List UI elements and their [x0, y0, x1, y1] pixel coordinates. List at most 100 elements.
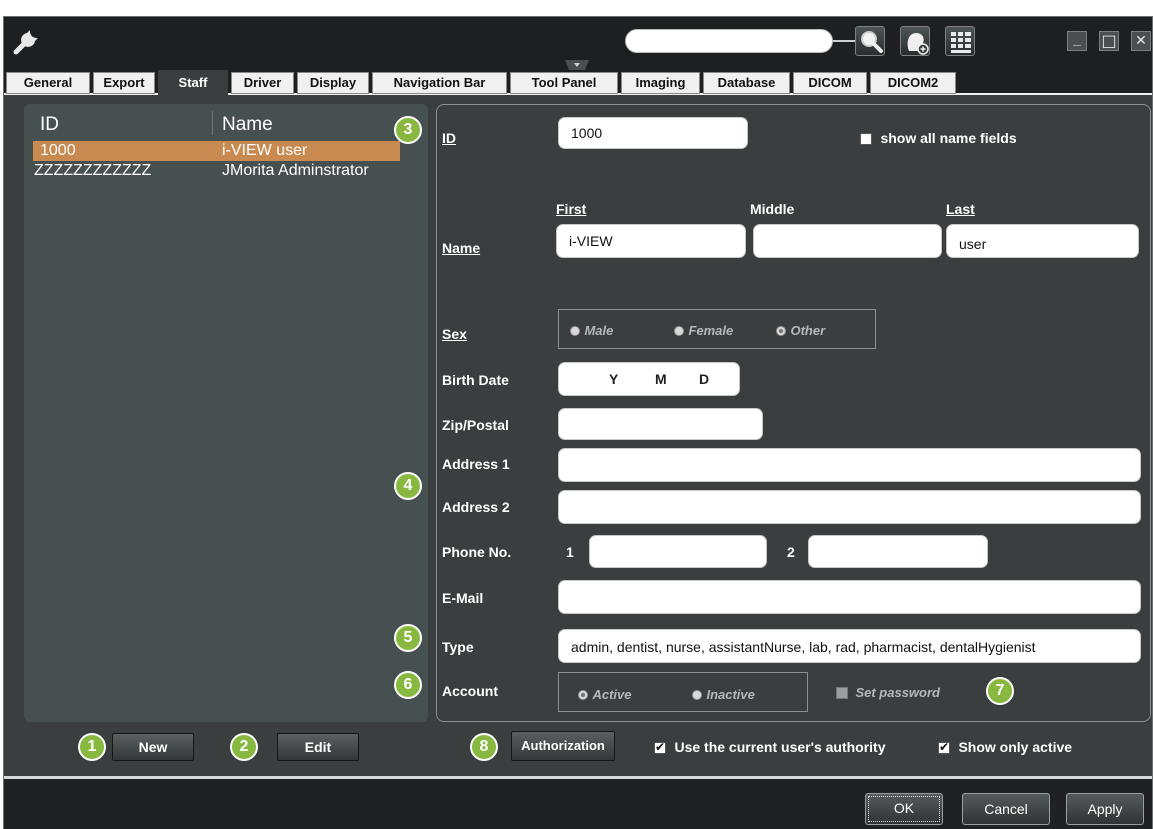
tab-dicom2[interactable]: DICOM2: [870, 72, 956, 94]
address1-field[interactable]: [558, 448, 1141, 482]
new-button[interactable]: New: [112, 733, 194, 761]
callout-badge-4: 4: [394, 472, 422, 500]
edit-button[interactable]: Edit: [277, 733, 359, 761]
birth-year[interactable]: Y: [609, 371, 618, 387]
callout-badge-7: 7: [986, 677, 1014, 705]
radio-dot[interactable]: [692, 689, 702, 700]
checkbox-box[interactable]: [860, 132, 872, 145]
authorization-button[interactable]: Authorization: [511, 731, 615, 761]
search-connector: [833, 40, 855, 42]
radio-dot[interactable]: [570, 325, 580, 336]
birth-date-label: Birth Date: [442, 372, 509, 388]
sex-female-radio[interactable]: Female: [674, 322, 733, 340]
sex-other-label: Other: [790, 323, 826, 338]
set-password-label: Set password: [855, 685, 940, 700]
account-active-radio[interactable]: Active: [578, 686, 631, 704]
callout-badge-8: 8: [470, 733, 498, 761]
radio-dot-selected[interactable]: [776, 325, 786, 336]
first-label: First: [556, 201, 587, 217]
sex-male-label: Male: [584, 323, 614, 338]
wrench-icon: [13, 30, 38, 55]
keypad-button[interactable]: [945, 26, 975, 56]
account-active-label: Active: [592, 687, 632, 702]
birth-date-field[interactable]: Y M D: [558, 362, 740, 396]
close-icon[interactable]: ✕: [1131, 31, 1151, 51]
email-label: E-Mail: [442, 590, 484, 606]
phone2-label: 2: [787, 544, 795, 560]
first-name-field[interactable]: [556, 224, 746, 258]
last-name-field[interactable]: [946, 224, 1139, 258]
phone2-field[interactable]: [808, 535, 988, 568]
middle-name-field[interactable]: [753, 224, 942, 258]
address1-label: Address 1: [442, 456, 510, 472]
sex-female-label: Female: [688, 323, 734, 338]
ok-button[interactable]: OK: [865, 793, 943, 825]
tab-general[interactable]: General: [6, 72, 90, 94]
search-input[interactable]: [625, 29, 833, 53]
name-label: Name: [442, 240, 481, 256]
head-add-icon: [907, 33, 929, 55]
tab-database[interactable]: Database: [703, 72, 790, 94]
row-name[interactable]: i-VIEW user: [222, 142, 307, 160]
show-only-active-label: Show only active: [958, 739, 1073, 755]
row-name[interactable]: JMorita Adminstrator: [222, 162, 369, 180]
apply-button[interactable]: Apply: [1066, 793, 1144, 825]
type-field[interactable]: admin, dentist, nurse, assistantNurse, l…: [558, 629, 1141, 663]
id-label: ID: [442, 130, 456, 146]
radio-dot-selected[interactable]: [578, 689, 588, 700]
callout-badge-5: 5: [394, 624, 422, 652]
column-header-id[interactable]: ID: [40, 114, 59, 136]
account-inactive-radio[interactable]: Inactive: [692, 686, 755, 704]
search-icon: [861, 31, 883, 53]
tab-export[interactable]: Export: [93, 72, 155, 94]
account-inactive-label: Inactive: [706, 687, 755, 702]
show-all-name-fields-label: show all name fields: [880, 130, 1017, 146]
keypad-icon: [951, 32, 971, 53]
checkbox-box[interactable]: [836, 686, 848, 699]
zip-field[interactable]: [558, 408, 763, 440]
table-row-selected[interactable]: [33, 141, 400, 161]
row-id[interactable]: ZZZZZZZZZZZZ: [34, 162, 151, 180]
show-only-active-checkbox[interactable]: Show only active: [938, 739, 1072, 757]
minimize-icon[interactable]: _: [1067, 31, 1087, 51]
use-current-authority-checkbox[interactable]: Use the current user's authority: [654, 739, 886, 757]
email-field[interactable]: [558, 580, 1141, 614]
sex-other-radio[interactable]: Other: [776, 322, 825, 340]
birth-month[interactable]: M: [655, 371, 667, 387]
sex-label: Sex: [442, 326, 467, 342]
tab-tool-panel[interactable]: Tool Panel: [510, 72, 618, 94]
tab-display[interactable]: Display: [297, 72, 369, 94]
last-label: Last: [946, 201, 975, 217]
cancel-button[interactable]: Cancel: [962, 793, 1050, 825]
tab-navigation-bar[interactable]: Navigation Bar: [372, 72, 507, 94]
callout-badge-6: 6: [394, 671, 422, 699]
address2-field[interactable]: [558, 490, 1141, 524]
add-patient-button[interactable]: [900, 26, 930, 56]
row-id[interactable]: 1000: [40, 142, 76, 160]
column-header-name[interactable]: Name: [222, 114, 273, 136]
tab-staff[interactable]: Staff: [158, 70, 228, 96]
maximize-icon[interactable]: □: [1099, 31, 1119, 51]
callout-badge-3: 3: [394, 116, 422, 144]
collapse-arrow-icon[interactable]: [565, 60, 589, 70]
checkbox-box-checked[interactable]: [938, 740, 950, 754]
use-current-authority-label: Use the current user's authority: [674, 739, 886, 755]
search-button[interactable]: [855, 26, 885, 56]
phone1-field[interactable]: [589, 535, 767, 568]
tab-driver[interactable]: Driver: [231, 72, 294, 94]
staff-list-panel[interactable]: [24, 104, 428, 722]
zip-label: Zip/Postal: [442, 417, 509, 433]
set-password-checkbox[interactable]: Set password: [836, 684, 940, 702]
phone-label: Phone No.: [442, 544, 512, 560]
birth-day[interactable]: D: [699, 371, 709, 387]
checkbox-box-checked[interactable]: [654, 740, 666, 754]
tab-dicom[interactable]: DICOM: [793, 72, 867, 94]
sex-male-radio[interactable]: Male: [570, 322, 613, 340]
column-divider[interactable]: [212, 111, 213, 135]
tab-imaging[interactable]: Imaging: [621, 72, 700, 94]
radio-dot[interactable]: [674, 325, 684, 336]
address2-label: Address 2: [442, 499, 510, 515]
show-all-name-fields-checkbox[interactable]: show all name fields: [860, 130, 1017, 148]
callout-badge-1: 1: [78, 733, 106, 761]
id-field[interactable]: [558, 117, 748, 149]
